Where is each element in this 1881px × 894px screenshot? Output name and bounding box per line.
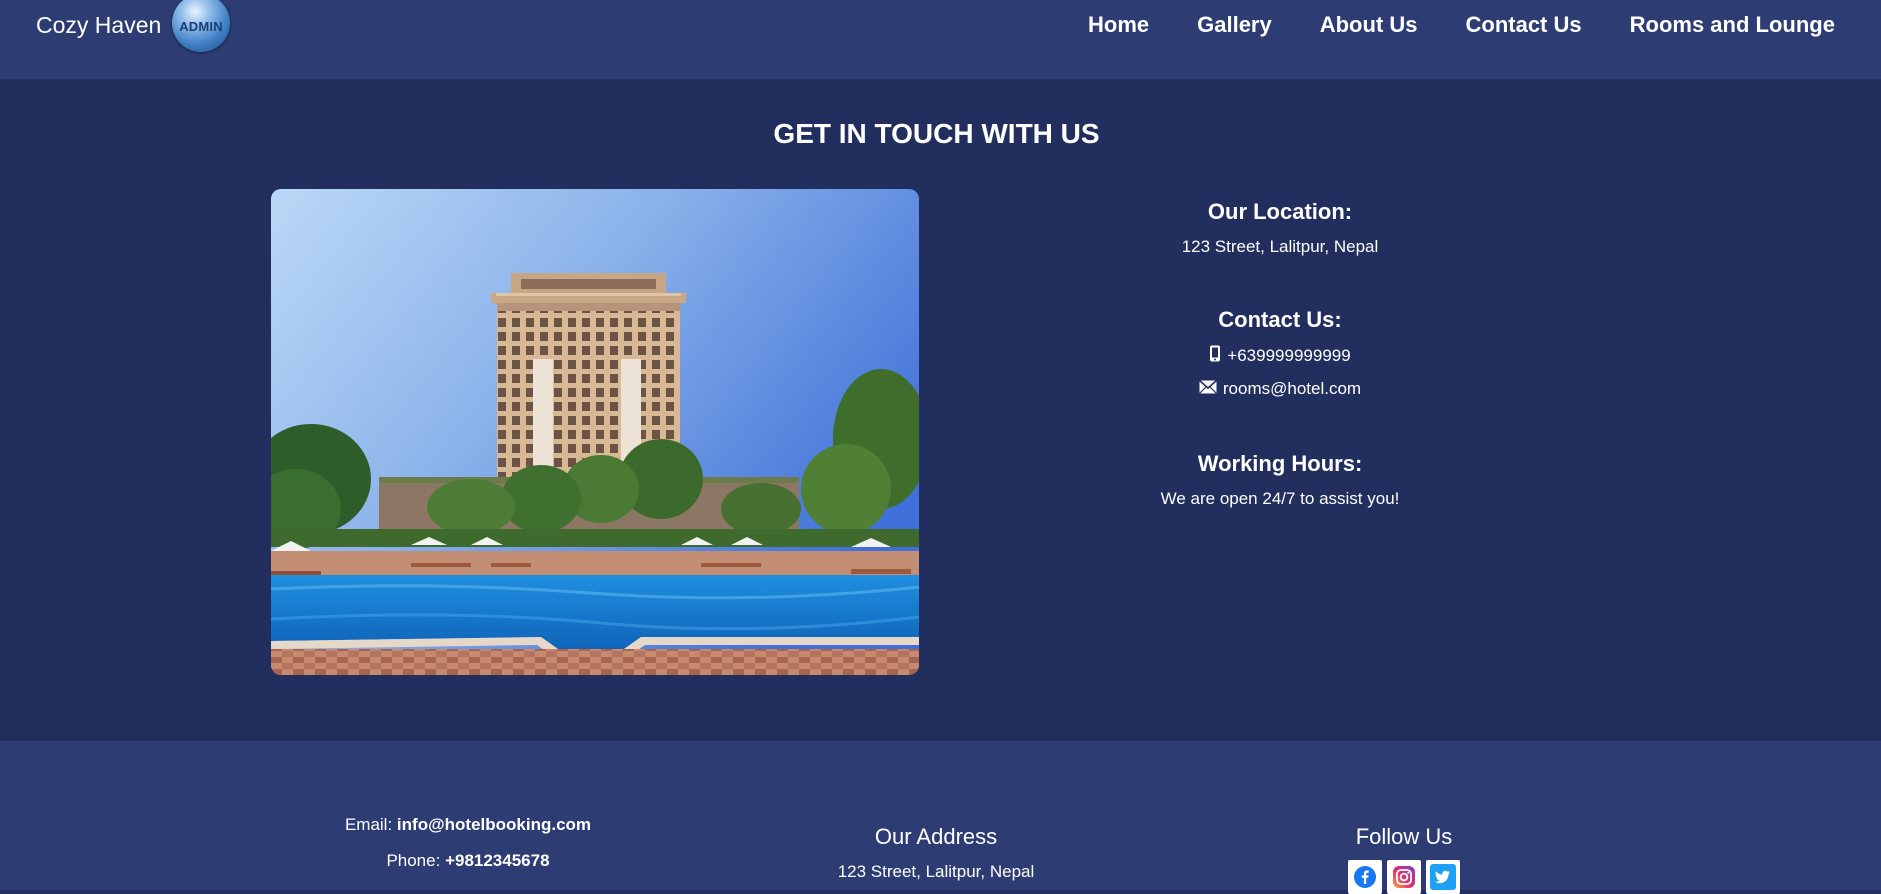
footer-address-heading: Our Address bbox=[874, 824, 998, 849]
navbar: Cozy Haven ADMIN Home Gallery About Us C… bbox=[0, 0, 1881, 79]
nav-about-us[interactable]: About Us bbox=[1320, 12, 1418, 38]
twitter-icon bbox=[1430, 864, 1456, 890]
hours-block: Working Hours: We are open 24/7 to assis… bbox=[1080, 451, 1480, 509]
location-block: Our Location: 123 Street, Lalitpur, Nepa… bbox=[1080, 199, 1480, 257]
twitter-link[interactable] bbox=[1426, 860, 1460, 894]
social-links bbox=[1254, 860, 1554, 894]
footer-follow-block: Follow Us bbox=[1254, 824, 1554, 894]
phone-line: +639999999999 bbox=[1080, 345, 1480, 367]
instagram-icon bbox=[1393, 866, 1415, 888]
footer-address-block: Our Address 123 Street, Lalitpur, Nepal bbox=[786, 824, 1086, 882]
brand-name[interactable]: Cozy Haven bbox=[36, 12, 161, 39]
footer-email-value[interactable]: info@hotelbooking.com bbox=[397, 815, 591, 834]
nav-rooms-and-lounge[interactable]: Rooms and Lounge bbox=[1630, 12, 1835, 38]
email-line: rooms@hotel.com bbox=[1080, 379, 1480, 399]
nav-contact-us[interactable]: Contact Us bbox=[1466, 12, 1582, 38]
facebook-link[interactable] bbox=[1348, 860, 1382, 894]
footer-follow-heading: Follow Us bbox=[1355, 824, 1453, 849]
email-address[interactable]: rooms@hotel.com bbox=[1223, 379, 1361, 399]
hotel-photo bbox=[271, 189, 919, 675]
admin-badge-icon[interactable]: ADMIN bbox=[172, 0, 230, 52]
contact-heading: Contact Us: bbox=[1218, 307, 1342, 332]
phone-number[interactable]: +639999999999 bbox=[1227, 346, 1350, 366]
footer-phone-value[interactable]: +9812345678 bbox=[445, 851, 549, 870]
contact-block: Contact Us: +639999999999 rooms@hotel.co… bbox=[1080, 307, 1480, 399]
facebook-icon bbox=[1354, 866, 1376, 888]
footer-phone-label: Phone: bbox=[386, 851, 441, 870]
phone-icon bbox=[1209, 345, 1221, 367]
hours-heading: Working Hours: bbox=[1197, 451, 1363, 476]
footer-phone-line: Phone: +9812345678 bbox=[328, 851, 608, 871]
footer-email-label: Email: bbox=[344, 815, 393, 834]
footer-address-text: 123 Street, Lalitpur, Nepal bbox=[837, 862, 1035, 881]
location-heading: Our Location: bbox=[1207, 199, 1353, 224]
location-text: 123 Street, Lalitpur, Nepal bbox=[1181, 237, 1379, 256]
hours-text: We are open 24/7 to assist you! bbox=[1160, 489, 1400, 508]
envelope-icon bbox=[1198, 379, 1217, 399]
nav-gallery[interactable]: Gallery bbox=[1197, 12, 1272, 38]
admin-badge-label: ADMIN bbox=[179, 19, 223, 34]
nav-links: Home Gallery About Us Contact Us Rooms a… bbox=[1088, 12, 1835, 38]
footer: Email: info@hotelbooking.com Phone: +981… bbox=[0, 741, 1881, 894]
instagram-link[interactable] bbox=[1387, 860, 1421, 894]
nav-home[interactable]: Home bbox=[1088, 12, 1149, 38]
footer-email-line: Email: info@hotelbooking.com bbox=[328, 815, 608, 835]
section-title: GET IN TOUCH WITH US bbox=[773, 118, 1100, 149]
